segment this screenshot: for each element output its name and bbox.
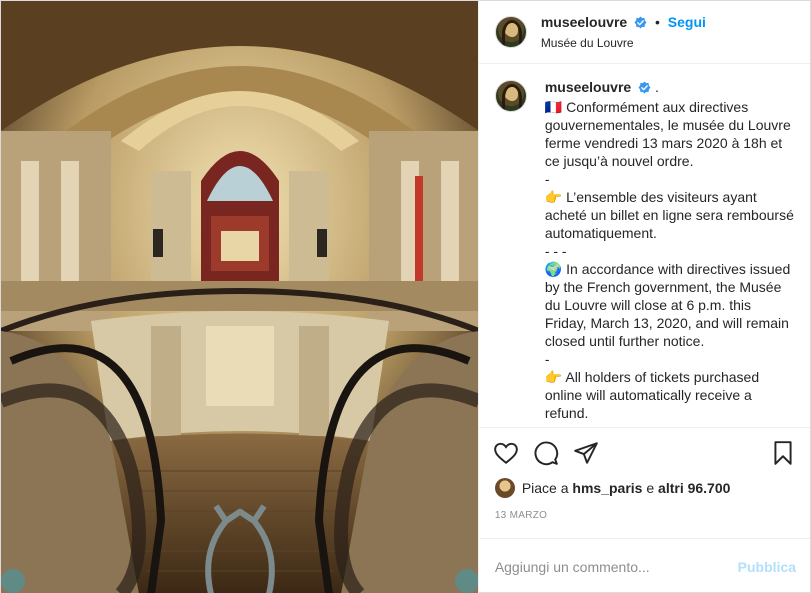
header-meta: museelouvre • Segui Musée du Louvre (541, 14, 706, 50)
caption-line: 👉 All holders of tickets purchased onlin… (544, 369, 760, 421)
follow-button[interactable]: Segui (668, 14, 706, 30)
location-link[interactable]: Musée du Louvre (541, 36, 706, 50)
caption-after-name: . (654, 79, 659, 95)
liker-username[interactable]: hms_paris (572, 480, 642, 496)
caption-line: - (544, 171, 550, 187)
comment-icon[interactable] (533, 440, 559, 466)
caption-line: 👉 L’ensemble des visiteurs ayant acheté … (544, 189, 794, 241)
likes-prefix: Piace a (521, 480, 569, 496)
post-header: museelouvre • Segui Musée du Louvre (478, 1, 810, 64)
separator-dot: • (654, 14, 660, 30)
liker-avatar[interactable] (494, 478, 515, 498)
caption-username[interactable]: museelouvre (545, 79, 631, 95)
post-sidebar: museelouvre • Segui Musée du Louvre muse… (477, 1, 810, 593)
post-date[interactable]: 13 MARZO (479, 498, 810, 538)
caption-line: - - - (544, 243, 567, 259)
louvre-staircase-image (1, 1, 478, 593)
likes-row: Piace a hms_paris e altri 96.700 (479, 478, 810, 498)
caption-line: 🇫🇷 Conformément aux directives gouvernem… (544, 99, 791, 169)
caption-avatar[interactable] (494, 80, 527, 112)
comment-input[interactable] (494, 558, 738, 575)
heart-icon[interactable] (493, 440, 519, 466)
publish-button[interactable]: Pubblica (738, 559, 796, 575)
verified-badge-icon (638, 80, 651, 98)
profile-avatar[interactable] (494, 16, 527, 48)
likes-middle: e (646, 480, 655, 496)
post-photo[interactable] (1, 1, 478, 593)
comment-bar: Pubblica (478, 538, 810, 593)
caption-text: museelouvre . 🇫🇷 Conformément aux direct… (545, 78, 794, 427)
post-container: museelouvre • Segui Musée du Louvre muse… (0, 0, 811, 593)
header-username[interactable]: museelouvre (541, 14, 627, 30)
bookmark-icon[interactable] (770, 440, 796, 466)
caption-line: - (544, 351, 550, 367)
likes-count[interactable]: altri 96.700 (658, 480, 730, 496)
caption-area: museelouvre . 🇫🇷 Conformément aux direct… (478, 64, 810, 428)
action-bar (479, 428, 810, 478)
verified-badge-icon (634, 16, 647, 32)
caption-line: 🌍 In accordance with directives issued b… (544, 261, 791, 349)
paper-plane-icon[interactable] (573, 440, 599, 466)
